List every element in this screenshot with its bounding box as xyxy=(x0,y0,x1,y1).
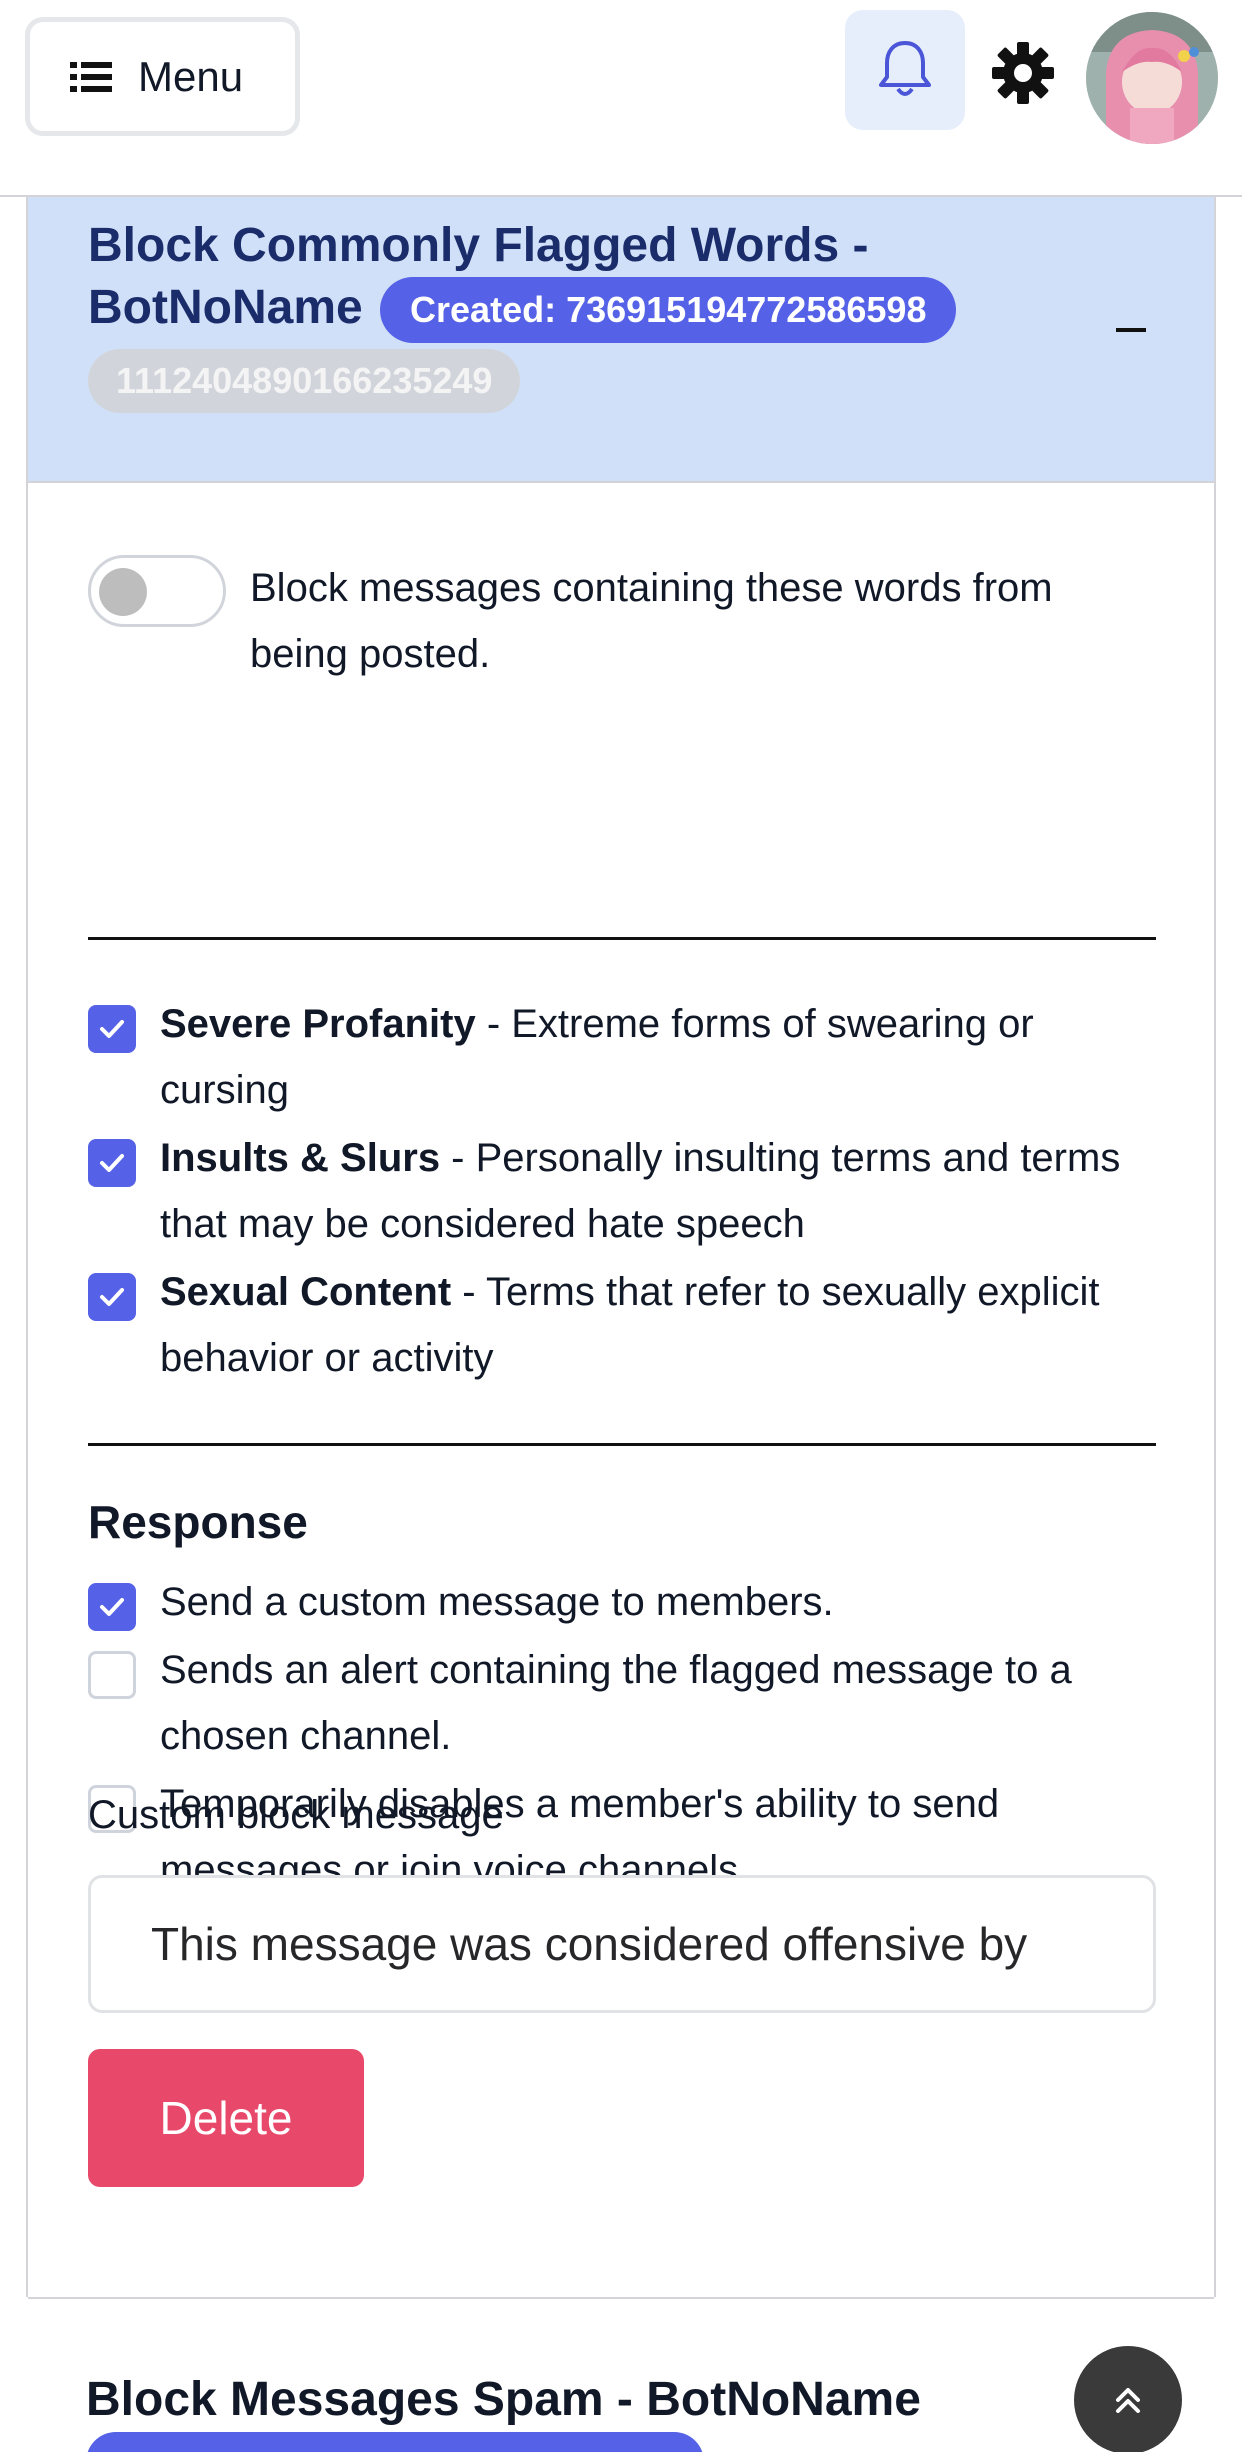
divider xyxy=(88,1443,1156,1446)
category-name: Sexual Content xyxy=(160,1270,452,1314)
gear-icon[interactable] xyxy=(990,40,1056,106)
response-text: Sends an alert containing the flagged me… xyxy=(160,1648,1072,1758)
checkbox-insults-slurs[interactable] xyxy=(88,1139,136,1187)
check-icon xyxy=(100,1020,124,1038)
card-separator xyxy=(28,2297,1214,2299)
custom-message-input[interactable]: This message was considered offensive by xyxy=(88,1875,1156,2013)
rule-id-badge: 1112404890166235249 xyxy=(88,349,521,413)
custom-message-label: Custom block message xyxy=(88,1793,504,1837)
avatar-image xyxy=(1086,12,1218,144)
notifications-button[interactable] xyxy=(845,10,965,130)
check-icon xyxy=(100,1598,124,1616)
toggle-knob xyxy=(99,568,147,616)
response-list: Send a custom message to members. Sends … xyxy=(88,1569,1158,1905)
check-icon xyxy=(100,1154,124,1172)
divider xyxy=(88,937,1156,940)
next-rule-title[interactable]: Block Messages Spam - BotNoName xyxy=(86,2372,921,2427)
checkbox-send-alert[interactable] xyxy=(88,1651,136,1699)
minus-icon xyxy=(1116,328,1146,332)
response-heading: Response xyxy=(88,1496,308,1548)
category-sexual-content: Sexual Content - Terms that refer to sex… xyxy=(88,1259,1158,1391)
response-send-alert: Sends an alert containing the flagged me… xyxy=(88,1637,1158,1769)
category-severe-profanity: Severe Profanity - Extreme forms of swea… xyxy=(88,991,1158,1123)
double-chevron-up-icon xyxy=(1116,2388,1140,2413)
delete-button[interactable]: Delete xyxy=(88,2049,364,2187)
response-custom-message: Send a custom message to members. xyxy=(88,1569,1158,1635)
enable-toggle[interactable] xyxy=(88,555,226,627)
top-bar: Menu xyxy=(0,0,1242,197)
rule-card: Block Commonly Flagged Words - BotNoName… xyxy=(26,197,1216,2299)
check-icon xyxy=(100,1288,124,1306)
category-name: Insults & Slurs xyxy=(160,1136,441,1180)
list-icon xyxy=(70,61,112,92)
enable-toggle-label: Block messages containing these words fr… xyxy=(250,566,1053,676)
category-list: Severe Profanity - Extreme forms of swea… xyxy=(88,991,1158,1393)
scroll-to-top-button[interactable] xyxy=(1074,2346,1182,2452)
category-insults-slurs: Insults & Slurs - Personally insulting t… xyxy=(88,1125,1158,1257)
rule-title: Block Commonly Flagged Words - BotNoName… xyxy=(88,215,1068,344)
checkbox-sexual-content[interactable] xyxy=(88,1273,136,1321)
next-rule-badge xyxy=(86,2432,704,2452)
collapse-button[interactable] xyxy=(1108,307,1154,353)
checkbox-severe-profanity[interactable] xyxy=(88,1005,136,1053)
menu-label: Menu xyxy=(138,52,244,100)
menu-button[interactable]: Menu xyxy=(25,17,300,136)
rule-card-header[interactable]: Block Commonly Flagged Words - BotNoName… xyxy=(28,197,1214,483)
avatar[interactable] xyxy=(1086,12,1218,144)
checkbox-custom-message[interactable] xyxy=(88,1583,136,1631)
created-badge: Created: 736915194772586598 xyxy=(380,277,957,344)
category-name: Severe Profanity xyxy=(160,1002,476,1046)
response-text: Send a custom message to members. xyxy=(160,1580,834,1624)
bell-icon xyxy=(879,41,931,96)
